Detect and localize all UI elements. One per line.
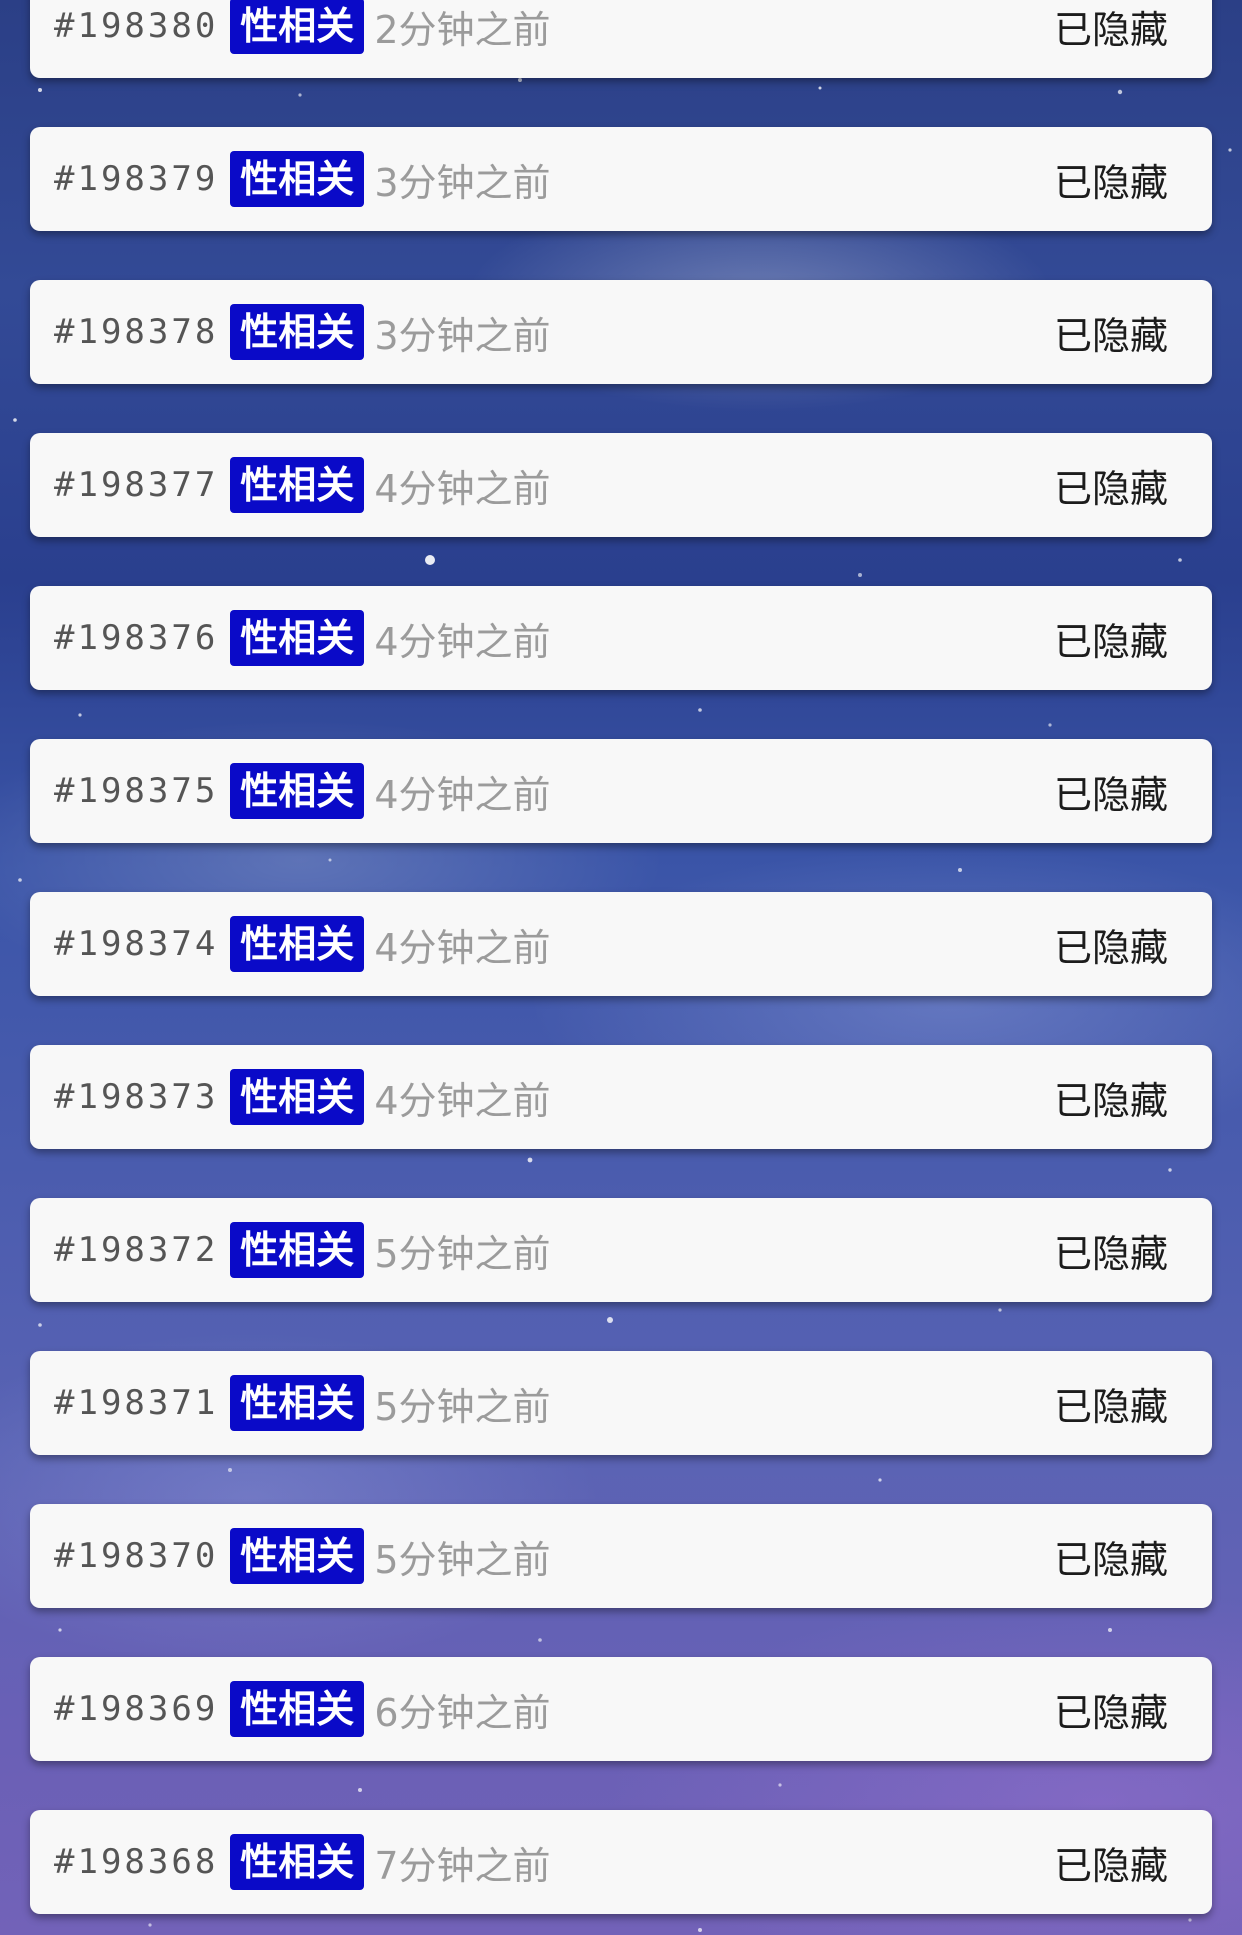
post-card[interactable]: #198369 性相关 6分钟之前 已隐藏 bbox=[30, 1657, 1212, 1761]
post-time: 4分钟之前 bbox=[374, 466, 551, 511]
category-tag: 性相关 bbox=[230, 151, 365, 207]
post-id: #198375 bbox=[54, 771, 219, 811]
post-card[interactable]: #198372 性相关 5分钟之前 已隐藏 bbox=[30, 1198, 1212, 1302]
hidden-status-label: 已隐藏 bbox=[1053, 1843, 1168, 1888]
post-card[interactable]: #198374 性相关 4分钟之前 已隐藏 bbox=[30, 892, 1212, 996]
post-id: #198374 bbox=[54, 924, 219, 964]
post-time: 6分钟之前 bbox=[374, 1690, 551, 1735]
post-time: 4分钟之前 bbox=[374, 772, 551, 817]
post-card[interactable]: #198368 性相关 7分钟之前 已隐藏 bbox=[30, 1810, 1212, 1914]
post-time: 5分钟之前 bbox=[374, 1384, 551, 1429]
post-time: 3分钟之前 bbox=[374, 160, 551, 205]
post-time: 3分钟之前 bbox=[374, 313, 551, 358]
post-time: 4分钟之前 bbox=[374, 619, 551, 664]
hidden-status-label: 已隐藏 bbox=[1053, 1690, 1168, 1735]
post-id: #198373 bbox=[54, 1077, 219, 1117]
category-tag: 性相关 bbox=[230, 1375, 365, 1431]
post-time: 5分钟之前 bbox=[374, 1231, 551, 1276]
post-id: #198372 bbox=[54, 1230, 219, 1270]
post-card[interactable]: #198375 性相关 4分钟之前 已隐藏 bbox=[30, 739, 1212, 843]
category-tag: 性相关 bbox=[230, 1528, 365, 1584]
category-tag: 性相关 bbox=[230, 763, 365, 819]
hidden-status-label: 已隐藏 bbox=[1053, 160, 1168, 205]
post-id: #198377 bbox=[54, 465, 219, 505]
post-id: #198380 bbox=[54, 6, 219, 46]
post-id: #198369 bbox=[54, 1689, 219, 1729]
post-card[interactable]: #198377 性相关 4分钟之前 已隐藏 bbox=[30, 433, 1212, 537]
category-tag: 性相关 bbox=[230, 1834, 365, 1890]
post-card[interactable]: #198380 性相关 2分钟之前 已隐藏 bbox=[30, 0, 1212, 78]
hidden-status-label: 已隐藏 bbox=[1053, 7, 1168, 52]
post-card[interactable]: #198370 性相关 5分钟之前 已隐藏 bbox=[30, 1504, 1212, 1608]
category-tag: 性相关 bbox=[230, 1681, 365, 1737]
hidden-status-label: 已隐藏 bbox=[1053, 313, 1168, 358]
post-time: 4分钟之前 bbox=[374, 925, 551, 970]
category-tag: 性相关 bbox=[230, 0, 365, 54]
post-id: #198378 bbox=[54, 312, 219, 352]
post-id: #198368 bbox=[54, 1842, 219, 1882]
post-card[interactable]: #198378 性相关 3分钟之前 已隐藏 bbox=[30, 280, 1212, 384]
post-id: #198370 bbox=[54, 1536, 219, 1576]
category-tag: 性相关 bbox=[230, 304, 365, 360]
post-time: 2分钟之前 bbox=[374, 7, 551, 52]
post-card[interactable]: #198371 性相关 5分钟之前 已隐藏 bbox=[30, 1351, 1212, 1455]
post-time: 5分钟之前 bbox=[374, 1537, 551, 1582]
category-tag: 性相关 bbox=[230, 457, 365, 513]
hidden-status-label: 已隐藏 bbox=[1053, 466, 1168, 511]
post-id: #198376 bbox=[54, 618, 219, 658]
post-id: #198379 bbox=[54, 159, 219, 199]
post-card[interactable]: #198379 性相关 3分钟之前 已隐藏 bbox=[30, 127, 1212, 231]
hidden-status-label: 已隐藏 bbox=[1053, 1231, 1168, 1276]
post-card[interactable]: #198373 性相关 4分钟之前 已隐藏 bbox=[30, 1045, 1212, 1149]
hidden-status-label: 已隐藏 bbox=[1053, 772, 1168, 817]
hidden-status-label: 已隐藏 bbox=[1053, 1078, 1168, 1123]
post-time: 7分钟之前 bbox=[374, 1843, 551, 1888]
hidden-status-label: 已隐藏 bbox=[1053, 925, 1168, 970]
post-id: #198371 bbox=[54, 1383, 219, 1423]
category-tag: 性相关 bbox=[230, 1069, 365, 1125]
hidden-status-label: 已隐藏 bbox=[1053, 1384, 1168, 1429]
category-tag: 性相关 bbox=[230, 1222, 365, 1278]
category-tag: 性相关 bbox=[230, 916, 365, 972]
category-tag: 性相关 bbox=[230, 610, 365, 666]
post-time: 4分钟之前 bbox=[374, 1078, 551, 1123]
hidden-status-label: 已隐藏 bbox=[1053, 1537, 1168, 1582]
post-card[interactable]: #198376 性相关 4分钟之前 已隐藏 bbox=[30, 586, 1212, 690]
hidden-status-label: 已隐藏 bbox=[1053, 619, 1168, 664]
